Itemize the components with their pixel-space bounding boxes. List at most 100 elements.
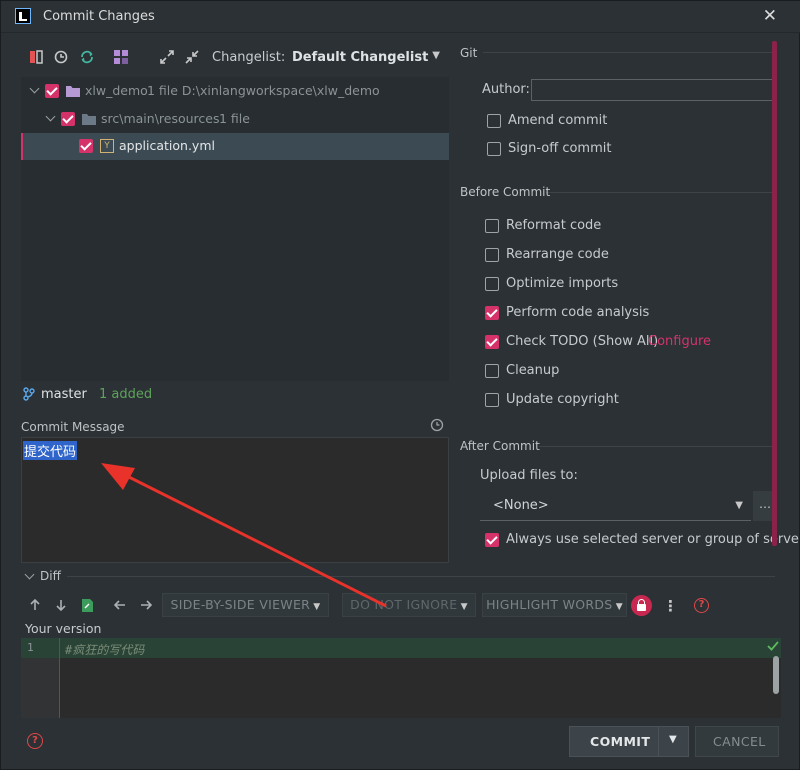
upload-files-label: Upload files to: [480,468,578,483]
ignore-mode-dropdown[interactable]: DO NOT IGNORE ▼ [342,593,476,617]
optimize-imports-label: Optimize imports [506,276,619,291]
rearrange-code-checkbox[interactable] [485,248,499,262]
tree-item-application-yml-label: application.yml [119,138,215,153]
amend-commit-label: Amend commit [508,113,608,128]
window-title: Commit Changes [43,9,155,24]
before-commit-header: Before Commit [460,185,551,199]
divider [546,192,775,193]
tree-item-xlw-demo-meta: 1 file D:\xinlangworkspace\xlw_demo [147,83,380,98]
cleanup-checkbox[interactable] [485,364,499,378]
commit-message-editor[interactable]: 提交代码 [21,437,449,563]
expand-all-icon[interactable] [159,49,175,65]
changelist-label: Changelist: [212,50,286,65]
split-divider [658,727,659,756]
commit-changes-dialog: Commit Changes ✕ Changelist: Default Cha… [0,0,800,770]
upload-server-dropdown[interactable]: <None> ▼ [480,491,751,521]
module-folder-icon [66,86,80,97]
arrow-left-icon[interactable] [113,598,127,612]
chevron-down-icon[interactable]: ▼ [669,734,677,745]
group-by-icon[interactable] [113,49,129,65]
arrow-right-icon[interactable] [139,598,153,612]
added-count: 1 added [99,387,153,402]
perform-code-analysis-checkbox[interactable] [485,306,499,320]
changes-tree: xlw_demo 1 file D:\xinlangworkspace\xlw_… [21,77,449,381]
signoff-commit-label: Sign-off commit [508,141,612,156]
tree-checkbox-application-yml[interactable] [79,139,93,153]
title-bar: Commit Changes ✕ [1,1,800,33]
after-commit-header: After Commit [460,439,540,453]
configure-link[interactable]: Configure [648,334,711,349]
tree-item-resources-label: src\main\resources [101,111,220,126]
yaml-file-icon: Y [100,139,114,153]
chevron-down-icon[interactable] [45,111,56,122]
cancel-button[interactable]: CANCEL [695,726,779,757]
diff-header: Diff [40,569,61,583]
branch-name[interactable]: master [41,387,87,402]
author-label: Author: [482,82,530,97]
line-number: 1 [27,641,34,654]
highlight-mode-dropdown[interactable]: HIGHLIGHT WORDS ▼ [482,593,627,617]
commit-button-label: COMMIT [590,734,651,749]
help-icon[interactable]: ? [27,733,43,749]
chevron-down-icon[interactable] [29,83,40,94]
changelist-value: Default Changelist [292,50,429,65]
perform-code-analysis-label: Perform code analysis [506,305,650,320]
more-options-icon[interactable]: ⋮ [663,597,678,615]
show-diff-icon[interactable] [28,49,44,65]
chevron-down-icon[interactable] [24,569,35,580]
folder-icon [82,114,96,125]
cleanup-label: Cleanup [506,363,560,378]
git-section-header: Git [460,46,484,60]
author-input[interactable] [531,79,775,101]
chevron-down-icon: ▼ [432,50,440,61]
rollback-icon[interactable] [53,49,69,65]
tree-row-selected[interactable]: Y application.yml [21,133,449,160]
your-version-label: Your version [25,621,102,636]
highlight-mode-label: HIGHLIGHT WORDS [486,597,613,612]
optimize-imports-checkbox[interactable] [485,277,499,291]
tree-checkbox-resources[interactable] [61,112,75,126]
history-icon[interactable] [430,418,444,432]
check-todo-label: Check TODO (Show All) [506,334,659,349]
right-panel-scrollbar[interactable] [772,41,777,546]
rearrange-code-label: Rearrange code [506,247,609,262]
commit-button[interactable]: COMMIT ▼ [569,726,689,757]
diff-scrollbar[interactable] [773,656,779,694]
signoff-commit-checkbox[interactable] [487,142,501,156]
collapse-all-icon[interactable] [184,49,200,65]
lock-icon[interactable] [631,595,652,616]
reformat-code-label: Reformat code [506,218,602,233]
commit-message-text[interactable]: 提交代码 [23,441,78,460]
divider [483,52,775,53]
edit-source-icon[interactable] [81,598,94,613]
check-icon [767,641,779,651]
chevron-down-icon: ▼ [735,500,743,511]
branch-icon [23,387,35,401]
update-copyright-label: Update copyright [506,392,619,407]
viewer-mode-label: SIDE-BY-SIDE VIEWER [170,597,311,612]
close-button[interactable]: ✕ [763,6,777,26]
commit-message-label: Commit Message [21,420,125,434]
cancel-button-label: CANCEL [713,734,766,749]
changelist-dropdown[interactable]: Default Changelist ▼ [286,45,446,71]
viewer-mode-dropdown[interactable]: SIDE-BY-SIDE VIEWER ▼ [162,593,329,617]
refresh-icon[interactable] [79,49,95,65]
upload-server-value: <None> [493,498,549,513]
arrow-down-icon[interactable] [54,598,68,612]
update-copyright-checkbox[interactable] [485,393,499,407]
intellij-logo-icon [15,8,31,24]
reformat-code-checkbox[interactable] [485,219,499,233]
arrow-up-icon[interactable] [28,598,42,612]
help-icon[interactable]: ? [694,598,709,613]
divider [67,576,775,577]
tree-checkbox-xlw-demo[interactable] [45,84,59,98]
amend-commit-checkbox[interactable] [487,114,501,128]
diff-line-text: #疯狂的写代码 [65,643,145,657]
gutter-divider [59,638,60,718]
always-use-server-checkbox[interactable] [485,533,499,547]
always-use-server-label: Always use selected server or group of s… [506,532,800,547]
ignore-mode-label: DO NOT IGNORE [350,597,458,612]
diff-editor[interactable]: 1 #疯狂的写代码 [21,638,781,718]
divider [539,446,775,447]
check-todo-checkbox[interactable] [485,335,499,349]
